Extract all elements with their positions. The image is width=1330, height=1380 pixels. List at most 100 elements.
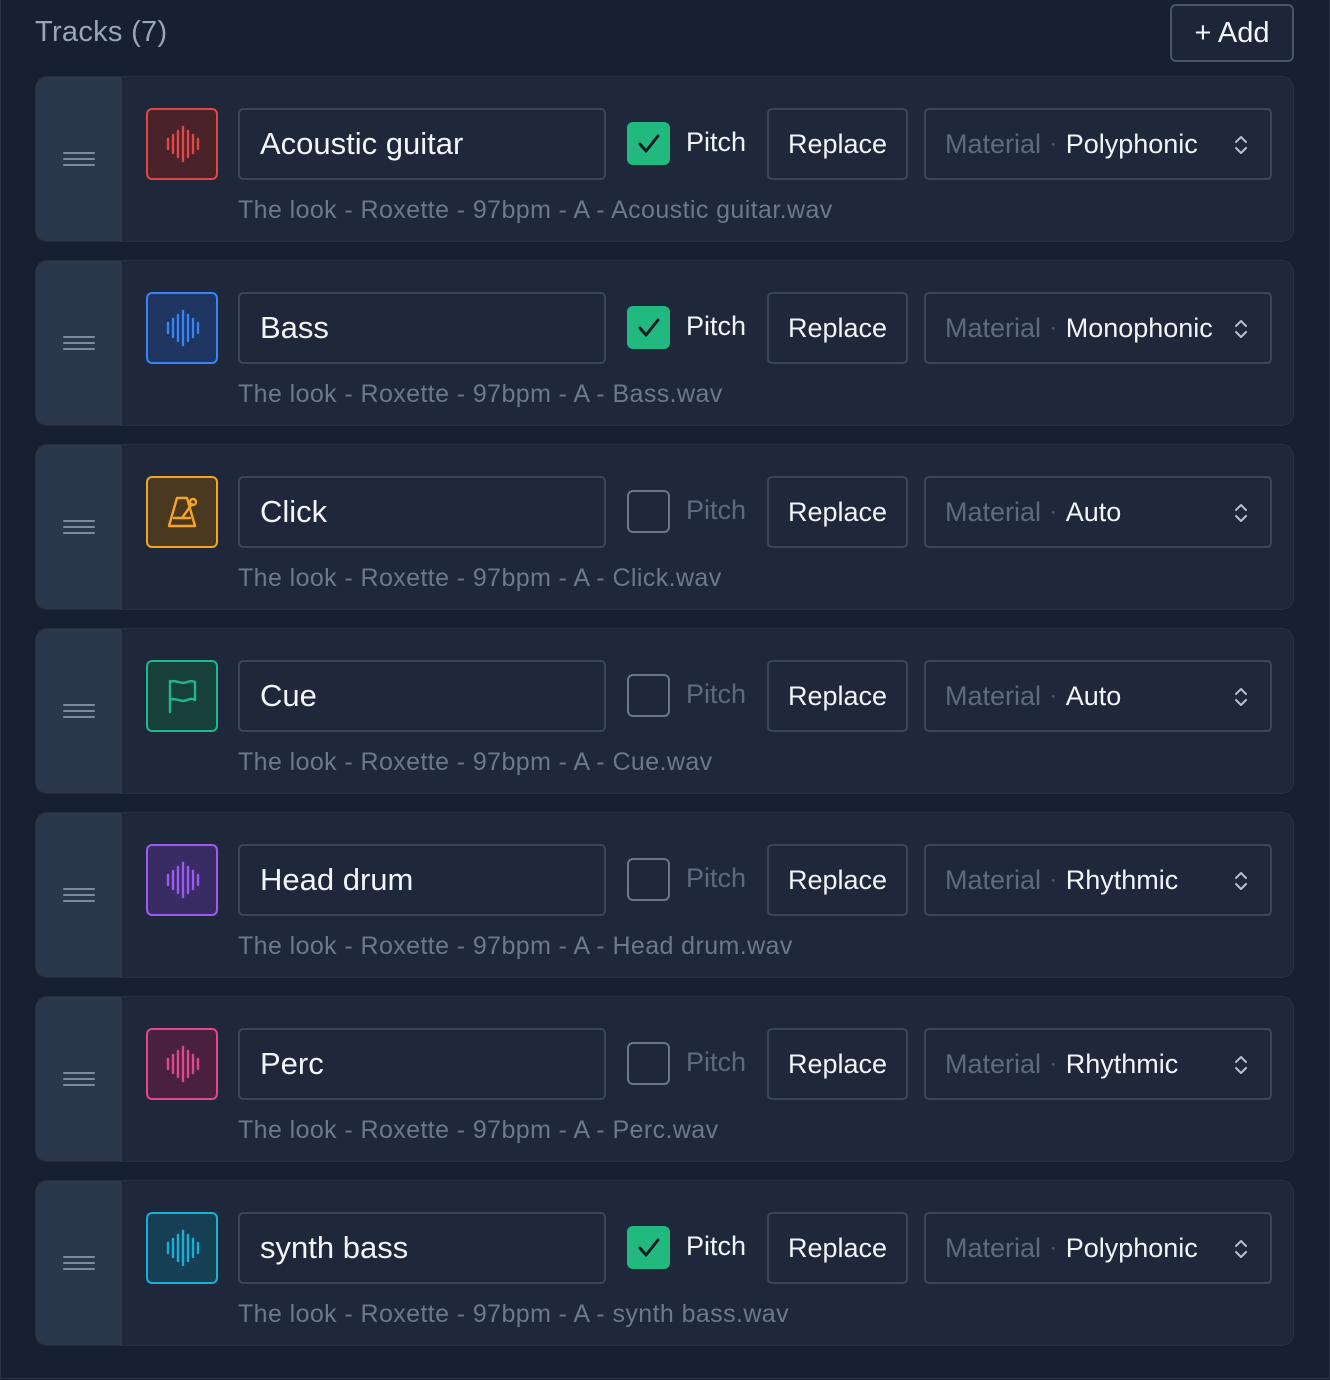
material-value: Rhythmic <box>1065 1048 1179 1079</box>
drag-handle-icon <box>63 1068 95 1090</box>
track-name-field[interactable]: Acoustic guitar <box>238 108 606 180</box>
replace-button[interactable]: Replace <box>767 292 908 364</box>
chevron-updown-icon <box>1235 688 1247 706</box>
metronome-icon <box>146 476 218 548</box>
track-file-name: The look - Roxette - 97bpm - A - Click.w… <box>238 564 722 592</box>
material-value: Rhythmic <box>1065 864 1179 895</box>
pitch-label: Pitch <box>686 127 747 157</box>
drag-handle[interactable] <box>36 261 122 425</box>
material-select[interactable]: Material · Polyphonic <box>924 108 1272 180</box>
material-label: Material <box>945 1048 1042 1079</box>
track-name-field[interactable]: Head drum <box>238 844 606 916</box>
chevron-updown-icon <box>1235 872 1247 890</box>
track-file-name: The look - Roxette - 97bpm - A - Cue.wav <box>238 748 713 776</box>
separator-dot: · <box>1050 500 1057 523</box>
tracks-title: Tracks (7) <box>35 16 168 48</box>
track-name-field[interactable]: Click <box>238 476 606 548</box>
drag-handle[interactable] <box>36 813 122 977</box>
material-label: Material <box>945 312 1042 343</box>
replace-button[interactable]: Replace <box>767 844 908 916</box>
track-row: synth bass Pitch Replace Material · Poly… <box>35 1180 1294 1346</box>
drag-handle[interactable] <box>36 1181 122 1345</box>
material-select[interactable]: Material · Polyphonic <box>924 1212 1272 1284</box>
track-name-field[interactable]: Perc <box>238 1028 606 1100</box>
material-label: Material <box>945 1232 1042 1263</box>
chevron-updown-icon <box>1235 320 1247 338</box>
pitch-checkbox[interactable] <box>627 1226 670 1269</box>
drag-handle-icon <box>63 516 95 538</box>
material-value: Polyphonic <box>1065 1232 1198 1263</box>
pitch-checkbox[interactable] <box>627 490 670 533</box>
tracks-panel: Tracks (7) + Add Acoustic guitar Pitch R… <box>0 0 1330 1379</box>
flag-icon <box>146 660 218 732</box>
pitch-checkbox[interactable] <box>627 674 670 717</box>
track-file-name: The look - Roxette - 97bpm - A - Perc.wa… <box>238 1116 719 1144</box>
separator-dot: · <box>1050 684 1057 707</box>
track-row: Click Pitch Replace Material · Auto The … <box>35 444 1294 610</box>
track-file-name: The look - Roxette - 97bpm - A - Acousti… <box>238 196 833 224</box>
track-file-name: The look - Roxette - 97bpm - A - Bass.wa… <box>238 380 723 408</box>
track-row: Acoustic guitar Pitch Replace Material ·… <box>35 76 1294 242</box>
separator-dot: · <box>1050 1236 1057 1259</box>
checkmark-icon <box>638 1238 659 1256</box>
checkmark-icon <box>638 134 659 152</box>
drag-handle[interactable] <box>36 77 122 241</box>
material-select[interactable]: Material · Monophonic <box>924 292 1272 364</box>
chevron-updown-icon <box>1235 1240 1247 1258</box>
pitch-label: Pitch <box>686 495 747 525</box>
drag-handle[interactable] <box>36 445 122 609</box>
waveform-icon <box>146 1212 218 1284</box>
separator-dot: · <box>1050 316 1057 339</box>
drag-handle-icon <box>63 884 95 906</box>
chevron-updown-icon <box>1235 136 1247 154</box>
drag-handle-icon <box>63 148 95 170</box>
drag-handle[interactable] <box>36 629 122 793</box>
track-file-name: The look - Roxette - 97bpm - A - Head dr… <box>238 932 793 960</box>
chevron-updown-icon <box>1235 1056 1247 1074</box>
material-select[interactable]: Material · Rhythmic <box>924 1028 1272 1100</box>
pitch-label: Pitch <box>686 1047 747 1077</box>
waveform-icon <box>146 1028 218 1100</box>
drag-handle[interactable] <box>36 997 122 1161</box>
separator-dot: · <box>1050 132 1057 155</box>
waveform-icon <box>146 108 218 180</box>
pitch-label: Pitch <box>686 1231 747 1261</box>
track-name-field[interactable]: Cue <box>238 660 606 732</box>
material-label: Material <box>945 864 1042 895</box>
track-name-field[interactable]: synth bass <box>238 1212 606 1284</box>
track-row: Bass Pitch Replace Material · Monophonic… <box>35 260 1294 426</box>
replace-button[interactable]: Replace <box>767 1028 908 1100</box>
replace-button[interactable]: Replace <box>767 660 908 732</box>
replace-button[interactable]: Replace <box>767 476 908 548</box>
material-label: Material <box>945 496 1042 527</box>
material-select[interactable]: Material · Rhythmic <box>924 844 1272 916</box>
pitch-label: Pitch <box>686 863 747 893</box>
waveform-icon <box>146 292 218 364</box>
replace-button[interactable]: Replace <box>767 108 908 180</box>
material-value: Monophonic <box>1065 312 1213 343</box>
add-track-button[interactable]: + Add <box>1170 4 1294 62</box>
drag-handle-icon <box>63 332 95 354</box>
chevron-updown-icon <box>1235 504 1247 522</box>
track-row: Head drum Pitch Replace Material · Rhyth… <box>35 812 1294 978</box>
pitch-checkbox[interactable] <box>627 122 670 165</box>
pitch-checkbox[interactable] <box>627 1042 670 1085</box>
track-row: Cue Pitch Replace Material · Auto The lo… <box>35 628 1294 794</box>
separator-dot: · <box>1050 868 1057 891</box>
replace-button[interactable]: Replace <box>767 1212 908 1284</box>
drag-handle-icon <box>63 700 95 722</box>
material-value: Polyphonic <box>1065 128 1198 159</box>
pitch-label: Pitch <box>686 679 747 709</box>
waveform-icon <box>146 844 218 916</box>
track-row: Perc Pitch Replace Material · Rhythmic T… <box>35 996 1294 1162</box>
material-select[interactable]: Material · Auto <box>924 476 1272 548</box>
material-label: Material <box>945 128 1042 159</box>
track-name-field[interactable]: Bass <box>238 292 606 364</box>
material-label: Material <box>945 680 1042 711</box>
drag-handle-icon <box>63 1252 95 1274</box>
material-select[interactable]: Material · Auto <box>924 660 1272 732</box>
pitch-checkbox[interactable] <box>627 306 670 349</box>
checkmark-icon <box>638 318 659 336</box>
material-value: Auto <box>1065 496 1122 527</box>
pitch-checkbox[interactable] <box>627 858 670 901</box>
